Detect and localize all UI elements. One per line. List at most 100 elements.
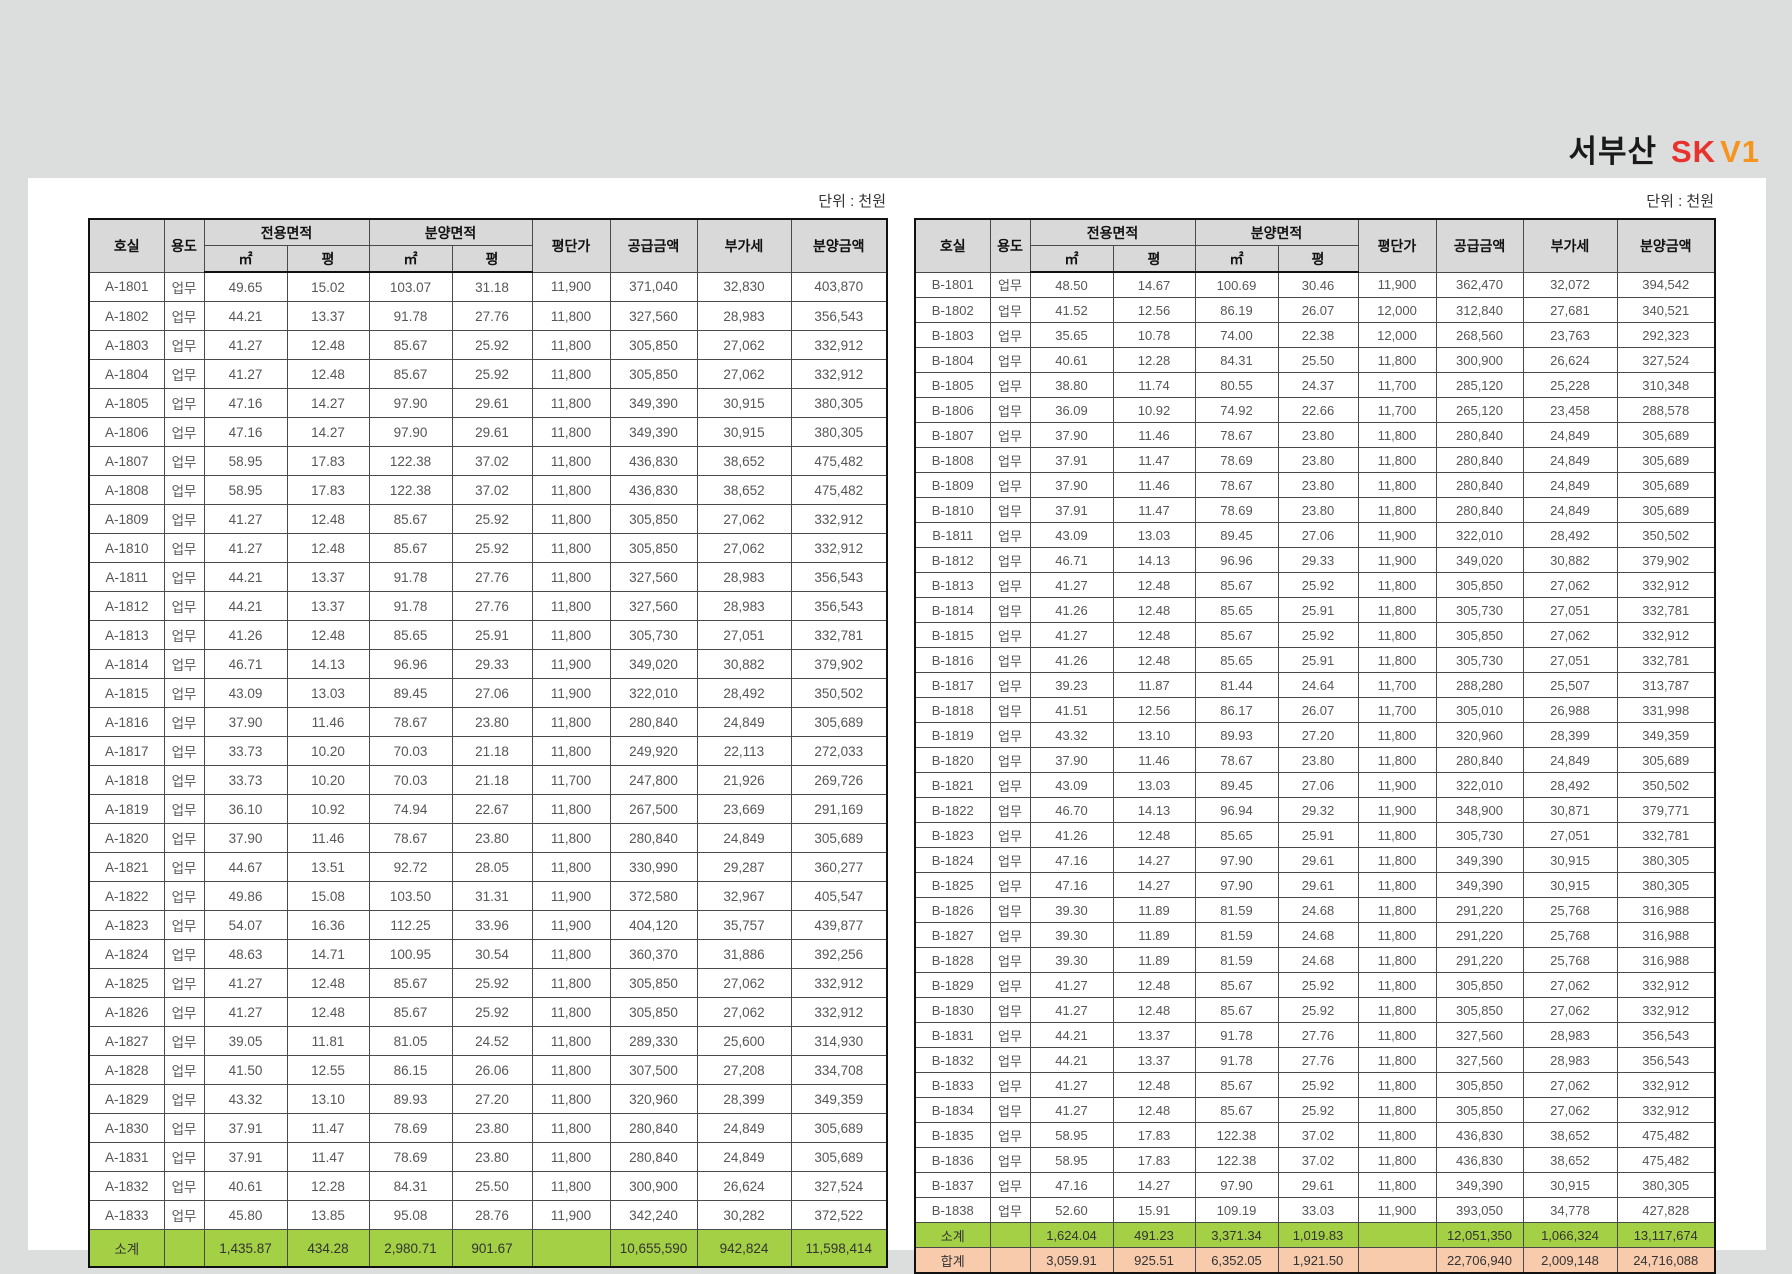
table-cell: 305,689 [1616, 422, 1716, 448]
table-cell: 업무 [163, 330, 205, 360]
table-cell: 392,256 [790, 939, 888, 969]
table-row: B-1831 업무 44.21 13.37 91.78 27.76 11,800 327,56… [914, 1022, 1716, 1048]
table-cell: 47.16 [203, 417, 288, 447]
table-cell: 업무 [989, 822, 1031, 848]
table-cell: 11,800 [1357, 422, 1437, 448]
table-cell: 업무 [989, 547, 1031, 573]
table-cell: 15.02 [286, 271, 370, 302]
table-cell: 292,323 [1616, 322, 1716, 348]
table-cell: 925.51 [1112, 1247, 1196, 1274]
table-cell: 327,560 [1435, 1047, 1524, 1073]
table-cell: 24.52 [451, 1026, 533, 1056]
table-cell: A-1828 [88, 1055, 165, 1085]
table-cell: 11,800 [1357, 497, 1437, 523]
table-cell: 97.90 [368, 388, 453, 418]
table-row: A-1831 업무 37.91 11.47 78.69 23.80 11,800 280,84… [88, 1142, 888, 1172]
table-cell: 15.91 [1112, 1197, 1196, 1223]
table-cell: 3,371.34 [1194, 1222, 1279, 1248]
table-cell: 11,700 [1357, 372, 1437, 398]
table-cell: 332,912 [790, 968, 888, 998]
table-cell: 81.44 [1194, 672, 1279, 698]
table-cell: 30,915 [1522, 847, 1618, 873]
table-cell: 58.95 [203, 446, 288, 476]
table-cell: 27,062 [1522, 1072, 1618, 1098]
table-cell: B-1835 [914, 1122, 991, 1148]
table-cell: 14.13 [286, 649, 370, 679]
table-cell: 122.38 [368, 475, 453, 505]
table-cell: 11,800 [1357, 647, 1437, 673]
table-cell: 업무 [163, 1113, 205, 1143]
table-row: B-1828 업무 39.30 11.89 81.59 24.68 11,800 291,22… [914, 947, 1716, 973]
table-cell: 30,871 [1522, 797, 1618, 823]
building-a-section: 단위 : 천원 호실 용도 전용면적 분양면적 평단가 공급금액 부가세 분양금… [88, 192, 888, 1268]
table-cell: 349,020 [609, 649, 698, 679]
col-header-sqm: ㎡ [368, 245, 453, 273]
table-cell: 356,543 [1616, 1022, 1716, 1048]
table-cell: A-1806 [88, 417, 165, 447]
table-cell: 27,051 [1522, 597, 1618, 623]
table-cell: 25,507 [1522, 672, 1618, 698]
table-cell: 41.27 [1029, 997, 1114, 1023]
table-cell: 26,624 [1522, 347, 1618, 373]
col-header-vat: 부가세 [696, 218, 792, 273]
table-cell: 14.27 [286, 417, 370, 447]
table-cell: 86.17 [1194, 697, 1279, 723]
table-row: B-1807 업무 37.90 11.46 78.67 23.80 11,800 280,84… [914, 422, 1716, 448]
table-cell: 25.92 [451, 968, 533, 998]
table-cell: 업무 [989, 447, 1031, 473]
table-cell: B-1801 [914, 271, 991, 298]
table-row: B-1824 업무 47.16 14.27 97.90 29.61 11,800 349,39… [914, 847, 1716, 873]
table-cell: 업무 [163, 707, 205, 737]
table-row: B-1814 업무 41.26 12.48 85.65 25.91 11,800 305,73… [914, 597, 1716, 623]
col-header-sqm: ㎡ [203, 245, 288, 273]
table-cell: A-1823 [88, 910, 165, 940]
col-header-room: 호실 [914, 218, 991, 273]
table-row: B-1826 업무 39.30 11.89 81.59 24.68 11,800 291,22… [914, 897, 1716, 923]
table-cell: 97.90 [368, 417, 453, 447]
table-cell: B-1802 [914, 297, 991, 323]
table-cell: 업무 [989, 747, 1031, 773]
table-cell: 33.96 [451, 910, 533, 940]
table-cell: 1,066,324 [1522, 1222, 1618, 1248]
table-cell: 305,689 [1616, 497, 1716, 523]
table-row: A-1815 업무 43.09 13.03 89.45 27.06 11,900 322,01… [88, 678, 888, 708]
table-cell: 288,280 [1435, 672, 1524, 698]
table-row: A-1808 업무 58.95 17.83 122.38 37.02 11,800 436,8… [88, 475, 888, 505]
table-row: A-1803 업무 41.27 12.48 85.67 25.92 11,800 305,85… [88, 330, 888, 360]
table-cell: 47.16 [1029, 1172, 1114, 1198]
table-cell: 103.50 [368, 881, 453, 911]
table-cell: 11,900 [1357, 547, 1437, 573]
table-cell: 11.47 [1112, 497, 1196, 523]
table-row: B-1833 업무 41.27 12.48 85.67 25.92 11,800 305,85… [914, 1072, 1716, 1098]
table-cell: 업무 [989, 422, 1031, 448]
table-row: A-1822 업무 49.86 15.08 103.50 31.31 11,900 372,5… [88, 881, 888, 911]
table-cell: 11,800 [1357, 1047, 1437, 1073]
table-cell: 305,850 [1435, 572, 1524, 598]
table-cell: 30,915 [1522, 872, 1618, 898]
table-cell: 24,849 [1522, 472, 1618, 498]
table-cell: 249,920 [609, 736, 698, 766]
table-cell: A-1815 [88, 678, 165, 708]
table-cell: 25.50 [451, 1171, 533, 1201]
col-header-sqm: ㎡ [1029, 245, 1114, 273]
table-cell: 289,330 [609, 1026, 698, 1056]
table-cell: 11,800 [531, 301, 611, 331]
table-cell: 41.27 [203, 968, 288, 998]
table-cell: 85.65 [1194, 597, 1279, 623]
table-cell: 74.92 [1194, 397, 1279, 423]
table-cell: A-1822 [88, 881, 165, 911]
table-cell: 업무 [989, 847, 1031, 873]
table-cell: 3,059.91 [1029, 1247, 1114, 1274]
table-cell: 11,800 [531, 736, 611, 766]
table-cell: 332,912 [1616, 1097, 1716, 1123]
table-cell: 439,877 [790, 910, 888, 940]
table-cell: 380,305 [1616, 872, 1716, 898]
table-cell: 24.64 [1277, 672, 1359, 698]
table-cell: B-1811 [914, 522, 991, 548]
unit-label: 단위 : 천원 [818, 193, 886, 210]
table-cell: 91.78 [368, 591, 453, 621]
table-cell: 41.27 [1029, 1097, 1114, 1123]
table-row: B-1829 업무 41.27 12.48 85.67 25.92 11,800 305,85… [914, 972, 1716, 998]
table-header: 호실 용도 전용면적 분양면적 평단가 공급금액 부가세 분양금액 ㎡ 평 ㎡ … [88, 218, 888, 273]
table-cell: 26.07 [1277, 297, 1359, 323]
